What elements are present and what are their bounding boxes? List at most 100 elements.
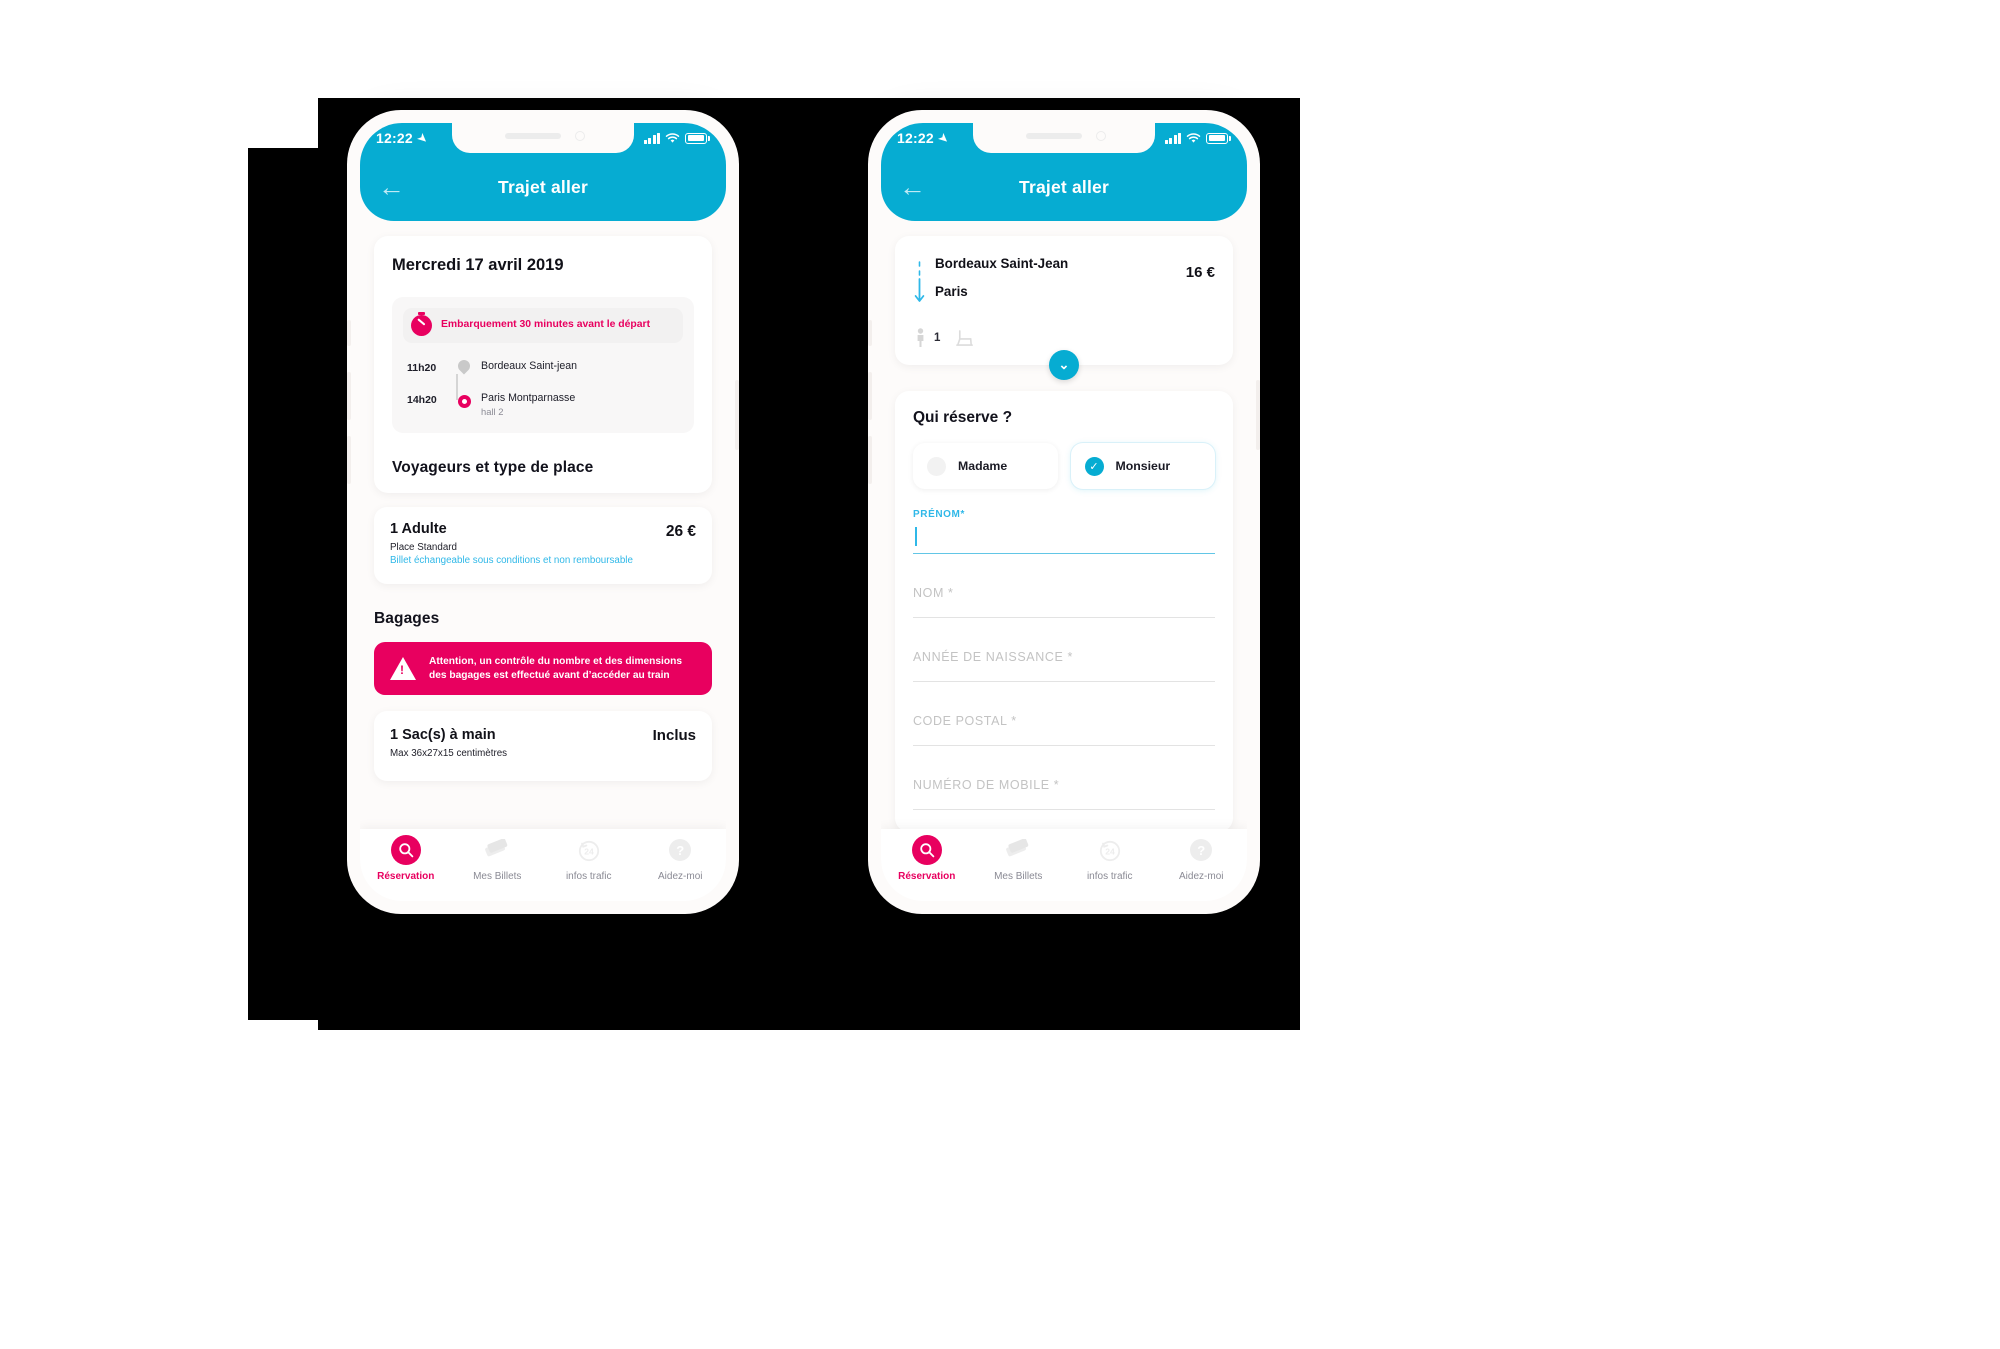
field-label-prenom: PRÉNOM* <box>913 509 965 520</box>
boarding-notice: Embarquement 30 minutes avant le départ <box>403 308 683 343</box>
passenger-icon <box>917 328 924 347</box>
svg-text:24: 24 <box>584 847 594 857</box>
itinerary-leg-departure: 11h20 Bordeaux Saint-jean <box>407 357 683 375</box>
summary-price: 16 € <box>1185 264 1215 281</box>
tab-label-mes-billets: Mes Billets <box>473 871 522 882</box>
itinerary-legs: 11h20 Bordeaux Saint-jean 14h20 Paris Mo… <box>403 357 683 418</box>
summary-destination: Paris <box>935 284 968 299</box>
phone-power-button <box>735 380 739 450</box>
field-input-annee-naissance[interactable]: ANNÉE DE NAISSANCE * <box>913 632 1215 682</box>
baggage-item-dimensions: Max 36x27x15 centimètres <box>390 748 508 760</box>
tab-infos-trafic[interactable]: 24 infos trafic <box>543 835 635 882</box>
field-input-prenom[interactable] <box>913 520 1215 554</box>
phone-volume-up-button-right <box>868 372 872 420</box>
tab-label-mes-billets-right: Mes Billets <box>994 871 1043 882</box>
tab-label-aidez-moi-right: Aidez-moi <box>1179 871 1224 882</box>
radio-option-monsieur[interactable]: ✓ Monsieur <box>1070 443 1215 489</box>
signal-bars-icon <box>643 132 661 144</box>
arrival-station: Paris Montparnasse <box>481 392 576 404</box>
screen-content-right: Bordeaux Saint-Jean Paris 16 € 1 ⌄ Qui r… <box>881 221 1247 901</box>
departure-station: Bordeaux Saint-jean <box>481 360 577 372</box>
arrival-hall: hall 2 <box>481 406 504 418</box>
chevron-down-icon[interactable]: ⌄ <box>1049 350 1079 380</box>
field-prenom[interactable]: PRÉNOM* <box>913 509 1215 554</box>
field-annee-naissance[interactable]: ANNÉE DE NAISSANCE * <box>913 632 1215 682</box>
arrival-time: 14h20 <box>407 394 437 406</box>
status-bar: 12:22 ➤ <box>360 123 726 153</box>
app-header: 12:22 ➤ ← Trajet aller <box>360 123 726 221</box>
search-icon <box>390 835 421 865</box>
radio-option-madame[interactable]: Madame <box>913 443 1058 489</box>
travelers-section-title: Voyageurs et type de place <box>392 459 594 477</box>
baggage-warning-banner: Attention, un contrôle du nombre et des … <box>374 642 712 696</box>
question-mark-icon: ? <box>669 839 692 861</box>
tab-aidez-moi[interactable]: ? Aidez-moi <box>635 835 727 882</box>
screenshot-stage: 12:22 ➤ ← Trajet aller Mercredi 17 avril… <box>0 0 2000 1349</box>
traveler-card[interactable]: 1 Adulte Place Standard Billet échangeab… <box>374 507 712 585</box>
field-code-postal[interactable]: CODE POSTAL * <box>913 696 1215 746</box>
field-nom[interactable]: NOM * <box>913 568 1215 618</box>
seat-icon <box>956 329 974 346</box>
boarding-notice-text: Embarquement 30 minutes avant le départ <box>441 319 651 331</box>
tab-label-aidez-moi: Aidez-moi <box>658 871 703 882</box>
phone-mute-switch <box>347 320 351 346</box>
radio-label-madame: Madame <box>958 459 1008 473</box>
field-input-nom[interactable]: NOM * <box>913 568 1215 618</box>
baggage-item-card[interactable]: 1 Sac(s) à main Max 36x27x15 centimètres… <box>374 711 712 782</box>
baggage-section-title: Bagages <box>374 610 440 628</box>
tab-label-infos-trafic-right: infos trafic <box>1086 871 1133 882</box>
map-pin-icon <box>455 357 473 375</box>
check-icon: ✓ <box>1084 456 1104 476</box>
departure-time: 11h20 <box>407 362 437 374</box>
trip-summary-card[interactable]: Bordeaux Saint-Jean Paris 16 € 1 ⌄ <box>895 236 1233 380</box>
phone-volume-down-button-right <box>868 436 872 484</box>
tab-reservation-right[interactable]: Réservation <box>881 835 973 882</box>
tab-mes-billets-right[interactable]: Mes Billets <box>973 835 1065 882</box>
bottom-tab-bar-left: Réservation Mes Billets 24 infos trafic <box>360 829 726 901</box>
field-placeholder-annee-naissance: ANNÉE DE NAISSANCE * <box>913 649 1073 664</box>
baggage-warning-text: Attention, un contrôle du nombre et des … <box>429 656 683 681</box>
traveler-conditions[interactable]: Billet échangeable sous conditions et no… <box>390 555 633 568</box>
tab-infos-trafic-right[interactable]: 24 infos trafic <box>1064 835 1156 882</box>
screen-content-left: Mercredi 17 avril 2019 Embarquement 30 m… <box>360 221 726 901</box>
24h-clock-icon-right: 24 <box>1099 840 1120 862</box>
wifi-icon-right <box>1187 132 1201 143</box>
status-bar-right: 12:22 ➤ <box>881 123 1247 153</box>
phone-screen-left: 12:22 ➤ ← Trajet aller Mercredi 17 avril… <box>360 123 726 901</box>
back-arrow-icon[interactable]: ← <box>378 173 418 201</box>
phone-mute-switch-right <box>868 320 872 346</box>
field-placeholder-code-postal: CODE POSTAL * <box>913 713 1017 728</box>
app-header-right: 12:22 ➤ ← Trajet aller <box>881 123 1247 221</box>
battery-icon <box>685 132 710 144</box>
title-radio-group: Madame ✓ Monsieur <box>913 443 1215 489</box>
wifi-icon <box>666 132 680 143</box>
nav-bar: ← Trajet aller <box>360 153 726 221</box>
field-input-numero-mobile[interactable]: NUMÉRO DE MOBILE * <box>913 760 1215 810</box>
phone-mockup-left: 12:22 ➤ ← Trajet aller Mercredi 17 avril… <box>347 110 739 914</box>
passenger-count: 1 <box>934 331 941 344</box>
location-arrow-icon: ➤ <box>414 130 430 146</box>
itinerary-box: Embarquement 30 minutes avant le départ … <box>392 297 694 434</box>
radio-label-monsieur: Monsieur <box>1115 459 1171 473</box>
tab-label-reservation: Réservation <box>377 871 435 882</box>
phone-power-button-right <box>1256 380 1260 450</box>
trip-details-card: Mercredi 17 avril 2019 Embarquement 30 m… <box>374 236 712 494</box>
bottom-tab-bar-right: Réservation Mes Billets 24 infos trafic <box>881 829 1247 901</box>
question-mark-icon-right: ? <box>1190 839 1213 861</box>
baggage-item-value: Inclus <box>652 727 696 745</box>
status-bar-time: 12:22 <box>376 130 413 146</box>
summary-origin: Bordeaux Saint-Jean <box>935 256 1069 271</box>
svg-text:24: 24 <box>1105 847 1115 857</box>
traveler-title: 1 Adulte <box>390 521 447 538</box>
tab-aidez-moi-right[interactable]: ? Aidez-moi <box>1156 835 1248 882</box>
field-placeholder-numero-mobile: NUMÉRO DE MOBILE * <box>913 777 1060 792</box>
stopwatch-icon <box>411 312 432 336</box>
tab-reservation[interactable]: Réservation <box>360 835 452 882</box>
tab-mes-billets[interactable]: Mes Billets <box>452 835 544 882</box>
radio-dot-unchecked <box>927 456 946 476</box>
field-input-code-postal[interactable]: CODE POSTAL * <box>913 696 1215 746</box>
back-arrow-icon-right[interactable]: ← <box>899 173 939 201</box>
tickets-icon <box>485 839 508 857</box>
field-numero-mobile[interactable]: NUMÉRO DE MOBILE * <box>913 760 1215 810</box>
form-title: Qui réserve ? <box>913 409 1013 426</box>
